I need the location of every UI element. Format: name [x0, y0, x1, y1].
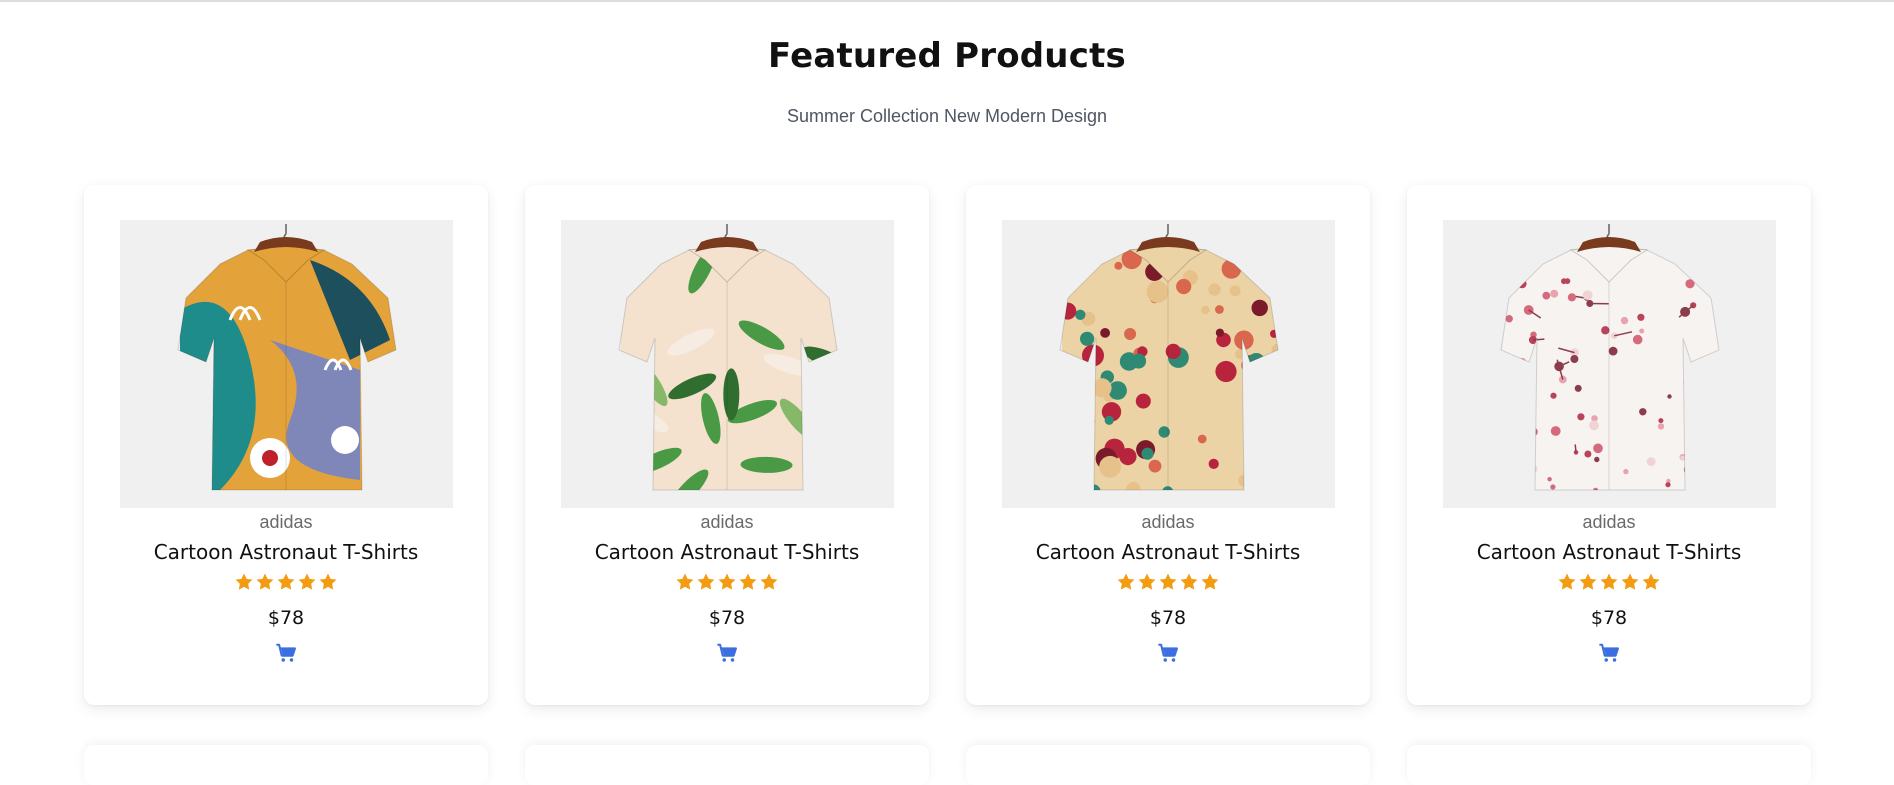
product-brand: adidas: [700, 512, 754, 532]
product-name: Cartoon Astronaut T-Shirts: [153, 540, 419, 564]
star-icon: [1642, 573, 1660, 590]
star-icon: [1138, 573, 1156, 590]
product-image[interactable]: [561, 220, 894, 508]
product-brand: adidas: [1141, 512, 1195, 532]
product-name: Cartoon Astronaut T-Shirts: [1476, 540, 1742, 564]
product-price: $78: [708, 607, 746, 629]
star-icon: [1558, 573, 1576, 590]
star-icon: [1579, 573, 1597, 590]
cart-icon[interactable]: [1157, 642, 1179, 664]
star-icon: [298, 573, 316, 590]
product-card-next-row[interactable]: [1407, 745, 1811, 785]
cart-icon[interactable]: [1598, 642, 1620, 664]
star-icon: [1201, 573, 1219, 590]
cart-icon[interactable]: [716, 642, 738, 664]
star-icon: [739, 573, 757, 590]
product-card-next-row[interactable]: [84, 745, 488, 785]
star-icon: [319, 573, 337, 590]
product-card-next-row[interactable]: [966, 745, 1370, 785]
star-icon: [1621, 573, 1639, 590]
product-image[interactable]: [120, 220, 453, 508]
star-icon: [718, 573, 736, 590]
star-icon: [277, 573, 295, 590]
product-rating: [1407, 572, 1811, 592]
product-card[interactable]: adidas Cartoon Astronaut T-Shirts $78: [84, 185, 488, 705]
product-rating: [966, 572, 1370, 592]
product-image[interactable]: [1443, 220, 1776, 508]
product-rating: [84, 572, 488, 592]
cart-icon[interactable]: [275, 642, 297, 664]
product-card[interactable]: adidas Cartoon Astronaut T-Shirts $78: [525, 185, 929, 705]
product-name: Cartoon Astronaut T-Shirts: [1035, 540, 1301, 564]
star-icon: [256, 573, 274, 590]
product-card[interactable]: adidas Cartoon Astronaut T-Shirts $78: [966, 185, 1370, 705]
product-name: Cartoon Astronaut T-Shirts: [594, 540, 860, 564]
product-brand: adidas: [1582, 512, 1636, 532]
star-icon: [235, 573, 253, 590]
product-brand: adidas: [259, 512, 313, 532]
star-icon: [1180, 573, 1198, 590]
product-card-next-row[interactable]: [525, 745, 929, 785]
product-price: $78: [1590, 607, 1628, 629]
star-icon: [1159, 573, 1177, 590]
product-card[interactable]: adidas Cartoon Astronaut T-Shirts $78: [1407, 185, 1811, 705]
shirt-illustration: [1059, 224, 1279, 491]
product-image[interactable]: [1002, 220, 1335, 508]
section-title: Featured Products: [768, 36, 1126, 76]
product-price: $78: [1149, 607, 1187, 629]
top-border: [0, 0, 1894, 2]
product-price: $78: [267, 607, 305, 629]
star-icon: [1600, 573, 1618, 590]
shirt-illustration: [1500, 224, 1720, 491]
section-subtitle: Summer Collection New Modern Design: [786, 106, 1108, 126]
star-icon: [1117, 573, 1135, 590]
star-icon: [760, 573, 778, 590]
shirt-illustration: [177, 224, 397, 491]
shirt-illustration: [618, 224, 838, 491]
star-icon: [676, 573, 694, 590]
star-icon: [697, 573, 715, 590]
product-rating: [525, 572, 929, 592]
